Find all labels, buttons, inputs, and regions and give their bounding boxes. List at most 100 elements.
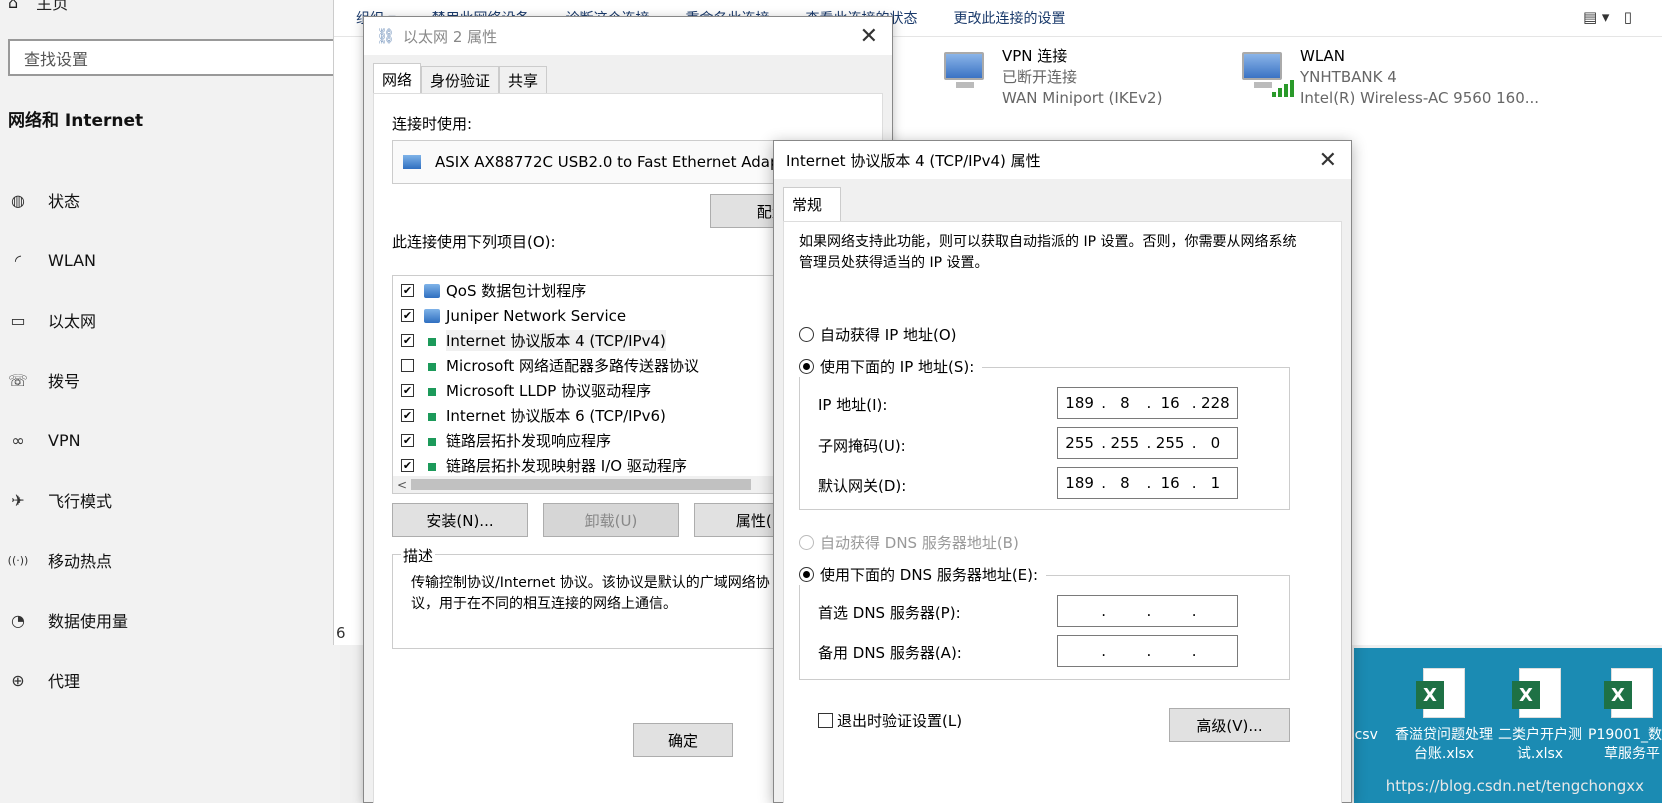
dialog-titlebar: Internet 协议版本 4 (TCP/IPv4) 属性 ✕ bbox=[774, 141, 1351, 179]
protocol-icon bbox=[424, 359, 440, 373]
checkbox[interactable]: ✔ bbox=[401, 409, 414, 422]
file-name: 二类户开户测试.xlsx bbox=[1498, 727, 1582, 762]
uninstall-button: 卸载(U) bbox=[543, 503, 679, 537]
validate-on-exit-checkbox[interactable]: 退出时验证设置(L) bbox=[818, 710, 962, 731]
settings-search-input[interactable]: 查找设置 bbox=[8, 39, 348, 76]
radio-label: 自动获得 DNS 服务器地址(B) bbox=[820, 534, 1019, 552]
nav-item-hotspot[interactable]: ((·)) 移动热点 bbox=[0, 530, 340, 590]
close-icon[interactable]: ✕ bbox=[1319, 148, 1337, 173]
view-options-icon[interactable]: ▤ ▾ ▯ bbox=[1583, 8, 1632, 26]
gateway-input[interactable]: 189. 8. 16. 1 bbox=[1057, 467, 1238, 499]
nav-label: 代理 bbox=[48, 672, 81, 691]
checkbox[interactable]: ✔ bbox=[401, 309, 414, 322]
nav-item-status[interactable]: ◍ 状态 bbox=[0, 170, 340, 230]
home-label: 主页 bbox=[36, 0, 69, 13]
octet: 1 bbox=[1210, 474, 1221, 492]
close-icon[interactable]: ✕ bbox=[860, 24, 878, 49]
alternate-dns-input[interactable]: ... bbox=[1057, 635, 1238, 667]
auto-ip-radio[interactable]: 自动获得 IP 地址(O) bbox=[799, 324, 957, 345]
subnet-mask-label: 子网掩码(U): bbox=[818, 437, 906, 455]
adapter-wlan[interactable]: WLAN YNHTBANK 4 Intel(R) Wireless-AC 956… bbox=[1238, 46, 1539, 109]
radio-label: 使用下面的 DNS 服务器地址(E): bbox=[820, 566, 1039, 584]
nav-item-data-usage[interactable]: ◔ 数据使用量 bbox=[0, 590, 340, 650]
items-label: 此连接使用下列项目(O): bbox=[392, 233, 556, 251]
subnet-mask-input[interactable]: 255. 255. 255. 0 bbox=[1057, 427, 1238, 459]
radio-circle bbox=[799, 535, 814, 550]
nav-label: 飞行模式 bbox=[48, 492, 113, 511]
tab-general[interactable]: 常规 bbox=[783, 187, 841, 221]
checkbox[interactable] bbox=[401, 359, 414, 372]
ethernet-icon: ▭ bbox=[10, 310, 26, 330]
radio-circle[interactable] bbox=[799, 327, 814, 342]
home-link[interactable]: ⌂ 主页 bbox=[8, 0, 68, 14]
desktop-file[interactable]: X 香溢贷问题处理台账.xlsx bbox=[1394, 668, 1494, 764]
checkbox[interactable]: ✔ bbox=[401, 434, 414, 447]
nav-item-wlan[interactable]: ◜ WLAN bbox=[0, 230, 340, 290]
checkbox[interactable] bbox=[818, 713, 833, 728]
octet: 8 bbox=[1120, 394, 1130, 412]
vpn-icon: ∞ bbox=[11, 430, 25, 450]
general-tab-panel: 如果网络支持此功能，则可以获取自动指派的 IP 设置。否则，你需要从网络系统管理… bbox=[783, 221, 1342, 803]
preferred-dns-input[interactable]: ... bbox=[1057, 595, 1238, 627]
vpn-adapter-icon bbox=[940, 46, 992, 98]
nav-item-dialup[interactable]: ☏ 拨号 bbox=[0, 350, 340, 410]
checkbox[interactable]: ✔ bbox=[401, 334, 414, 347]
nav-label: 以太网 bbox=[48, 312, 97, 331]
octet: 189 bbox=[1065, 474, 1094, 492]
radio-circle[interactable] bbox=[799, 567, 814, 582]
preferred-dns-label: 首选 DNS 服务器(P): bbox=[818, 604, 961, 622]
radio-label: 使用下面的 IP 地址(S): bbox=[820, 358, 975, 376]
nav-item-airplane[interactable]: ✈ 飞行模式 bbox=[0, 470, 340, 530]
checkbox[interactable]: ✔ bbox=[401, 384, 414, 397]
excel-file-icon: X bbox=[1416, 668, 1465, 718]
adapter-device: WAN Miniport (IKEv2) bbox=[1002, 89, 1163, 107]
change-settings-button[interactable]: 更改此连接的设置 bbox=[953, 8, 1065, 28]
protocol-icon bbox=[424, 434, 440, 448]
service-icon bbox=[424, 308, 440, 323]
wifi-icon: ◜ bbox=[14, 250, 22, 270]
advanced-button[interactable]: 高级(V)... bbox=[1169, 708, 1290, 742]
description-text: 传输控制协议/Internet 协议。该协议是默认的广域网络协议，用于在不同的相… bbox=[411, 575, 770, 612]
tab-network[interactable]: 网络 bbox=[373, 63, 422, 94]
tab-strip: 网络 身份验证 共享 bbox=[373, 63, 548, 94]
checkbox[interactable]: ✔ bbox=[401, 284, 414, 297]
description-title: 描述 bbox=[401, 545, 436, 566]
dialog-title: 以太网 2 属性 bbox=[403, 27, 498, 46]
protocol-icon bbox=[424, 409, 440, 423]
scroll-left-icon[interactable]: < bbox=[397, 478, 407, 492]
nav-label: VPN bbox=[48, 430, 81, 450]
desktop-file[interactable]: X P19001_数烟草服务平 bbox=[1582, 668, 1662, 764]
nav-item-vpn[interactable]: ∞ VPN bbox=[0, 410, 340, 470]
settings-nav: ◍ 状态 ◜ WLAN ▭ 以太网 ☏ 拨号 ∞ VPN ✈ 飞行模式 ((·)) 移动热点 … bbox=[0, 170, 340, 710]
nav-item-proxy[interactable]: ⊕ 代理 bbox=[0, 650, 340, 710]
dialog-titlebar: ⛓ 以太网 2 属性 ✕ bbox=[364, 17, 892, 55]
adapter-device: Intel(R) Wireless-AC 9560 160... bbox=[1300, 89, 1540, 107]
nav-item-ethernet[interactable]: ▭ 以太网 bbox=[0, 290, 340, 350]
service-icon bbox=[424, 283, 440, 298]
item-label: Internet 协议版本 6 (TCP/IPv6) bbox=[446, 407, 666, 425]
adapter-status: 已断开连接 bbox=[1002, 68, 1078, 86]
scroll-thumb[interactable] bbox=[411, 479, 751, 490]
checkbox[interactable]: ✔ bbox=[401, 459, 414, 472]
adapter-name: ASIX AX88772C USB2.0 to Fast Ethernet Ad… bbox=[435, 153, 801, 171]
signal-bars-icon bbox=[1272, 80, 1294, 97]
protocol-icon bbox=[424, 459, 440, 473]
octet: 189 bbox=[1065, 394, 1094, 412]
network-icon: ⛓ bbox=[376, 27, 396, 45]
tab-sharing[interactable]: 共享 bbox=[499, 66, 548, 94]
item-label: Microsoft LLDP 协议驱动程序 bbox=[446, 382, 652, 400]
desktop-file[interactable]: X 二类户开户测试.xlsx bbox=[1490, 668, 1590, 764]
ok-button[interactable]: 确定 bbox=[633, 723, 733, 757]
adapter-vpn[interactable]: VPN 连接 已断开连接 WAN Miniport (IKEv2) bbox=[940, 46, 1162, 109]
tab-authentication[interactable]: 身份验证 bbox=[421, 66, 500, 94]
item-label: 链路层拓扑发现响应程序 bbox=[446, 432, 612, 450]
file-name: P19001_数烟草服务平 bbox=[1588, 727, 1662, 762]
nav-label: 拨号 bbox=[48, 372, 81, 391]
ip-address-input[interactable]: 189. 8. 16. 228 bbox=[1057, 387, 1238, 419]
manual-ip-radio[interactable]: 使用下面的 IP 地址(S): bbox=[799, 356, 983, 377]
radio-circle[interactable] bbox=[799, 359, 814, 374]
octet: 255 bbox=[1065, 434, 1094, 452]
install-button[interactable]: 安装(N)... bbox=[392, 503, 528, 537]
data-usage-icon: ◔ bbox=[11, 610, 25, 630]
manual-dns-radio[interactable]: 使用下面的 DNS 服务器地址(E): bbox=[799, 564, 1047, 585]
